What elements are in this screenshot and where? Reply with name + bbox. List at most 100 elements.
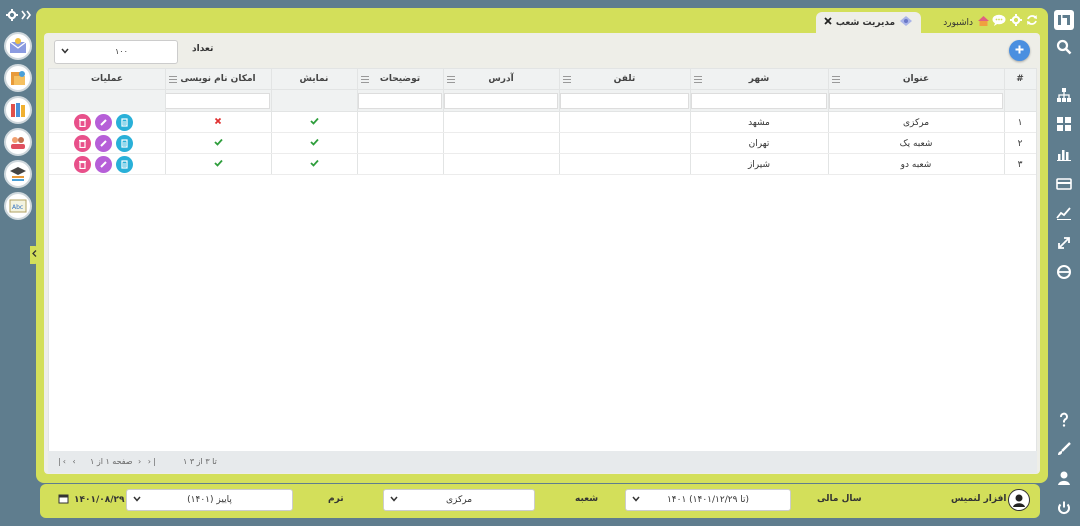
plus-icon	[1015, 45, 1024, 57]
filter-desc-input[interactable]	[358, 93, 442, 109]
app-education-icon[interactable]	[4, 160, 32, 188]
branch-select[interactable]: مرکزی	[383, 489, 535, 511]
filter-city-input[interactable]	[691, 93, 827, 109]
show-status	[271, 112, 357, 133]
close-tab-icon[interactable]	[824, 17, 832, 28]
dashboard-icon[interactable]	[1054, 114, 1074, 134]
table-row[interactable]: مشهد مرکزی ۱	[49, 112, 1036, 133]
menu-icon[interactable]	[563, 76, 571, 83]
col-address-label: آدرس	[488, 74, 514, 84]
col-number[interactable]: #	[1004, 69, 1036, 90]
refresh-icon[interactable]	[1026, 14, 1038, 29]
pager: |‹ ‹ صفحه ۱ از ۱ › ›| ۱ تا ۳ از ۳	[48, 451, 1037, 473]
menu-icon[interactable]	[447, 76, 455, 83]
edit-button[interactable]	[95, 114, 112, 131]
last-page-icon[interactable]: ›|	[148, 457, 158, 466]
row-number: ۳	[1017, 159, 1023, 170]
app-users-icon[interactable]	[4, 128, 32, 156]
branch-value: مرکزی	[445, 495, 473, 505]
pager-nav: |‹ ‹	[58, 457, 78, 466]
col-desc[interactable]: توضیحات	[357, 69, 443, 90]
view-button[interactable]	[116, 114, 133, 131]
branch-label: شعبه	[575, 494, 599, 504]
gear-icon[interactable]	[1010, 14, 1022, 29]
show-status	[271, 154, 357, 175]
filter-title-input[interactable]	[829, 93, 1003, 109]
view-button[interactable]	[116, 135, 133, 152]
rail-top-controls	[6, 8, 32, 24]
avatar[interactable]	[1008, 489, 1030, 511]
app-finance-icon[interactable]	[4, 64, 32, 92]
expand-handle[interactable]	[30, 246, 38, 264]
right-nav	[1048, 0, 1080, 526]
card-icon[interactable]	[1054, 174, 1074, 194]
first-page-icon[interactable]: |‹	[58, 457, 68, 466]
table-row[interactable]: تهران شعبه یک ۲	[49, 133, 1036, 154]
prev-page-icon[interactable]: ‹	[72, 457, 77, 466]
col-phone-label: تلفن	[613, 74, 636, 84]
count-select[interactable]: ۱۰۰	[54, 40, 178, 64]
branches-grid: عملیات امکان نام نویسی نمایش توضیحات آدر…	[48, 68, 1037, 473]
col-phone[interactable]: تلفن	[559, 69, 690, 90]
delete-button[interactable]	[74, 156, 91, 173]
row-number: ۲	[1017, 138, 1023, 149]
menu-icon[interactable]	[832, 76, 840, 83]
calendar-icon[interactable]	[58, 493, 69, 507]
menu-icon[interactable]	[694, 76, 702, 83]
menu-icon[interactable]	[169, 76, 177, 83]
settings-icon[interactable]	[6, 8, 18, 24]
filter-enroll-input[interactable]	[165, 93, 270, 109]
power-icon[interactable]	[1054, 498, 1074, 518]
search-icon[interactable]	[1054, 37, 1074, 57]
enroll-status	[165, 112, 271, 133]
app-library-icon[interactable]	[4, 96, 32, 124]
line-chart-icon[interactable]	[1054, 203, 1074, 223]
edit-button[interactable]	[95, 156, 112, 173]
col-show[interactable]: نمایش	[271, 69, 357, 90]
fiscal-year-select[interactable]: ۱۴۰۱ (۱۴۰۱/۱۲/۲۹ تا)	[625, 489, 791, 511]
table-row[interactable]: شیراز شعبه دو ۳	[49, 154, 1036, 175]
edit-button[interactable]	[95, 135, 112, 152]
col-operations[interactable]: عملیات	[49, 69, 165, 90]
date-value: ۱۴۰۱/۰۸/۲۹	[74, 495, 125, 505]
delete-button[interactable]	[74, 135, 91, 152]
delete-button[interactable]	[74, 114, 91, 131]
enroll-status	[165, 154, 271, 175]
filter-address-input[interactable]	[444, 93, 558, 109]
logo-icon[interactable]	[1054, 10, 1074, 30]
add-button[interactable]	[1009, 40, 1030, 61]
tab-dashboard-label: داشبورد	[943, 17, 973, 28]
fiscal-year-value: ۱۴۰۱ (۱۴۰۱/۱۲/۲۹ تا)	[666, 495, 750, 505]
filter-phone-input[interactable]	[560, 93, 689, 109]
expand-icon[interactable]	[1054, 233, 1074, 253]
term-select[interactable]: پاییز (۱۴۰۱)	[126, 489, 293, 511]
app-abc-icon[interactable]: Abc	[4, 192, 32, 220]
col-city[interactable]: شهر	[690, 69, 828, 90]
chevron-down-icon	[390, 495, 398, 505]
sitemap-icon[interactable]	[1054, 85, 1074, 105]
show-status	[271, 133, 357, 154]
col-enroll[interactable]: امکان نام نویسی	[165, 69, 271, 90]
brush-icon[interactable]	[1054, 439, 1074, 459]
col-address[interactable]: آدرس	[443, 69, 559, 90]
view-button[interactable]	[116, 156, 133, 173]
user-icon[interactable]	[1054, 468, 1074, 488]
browser-icon[interactable]	[1054, 262, 1074, 282]
help-icon[interactable]	[1054, 410, 1074, 430]
tab-dashboard[interactable]: داشبورد	[940, 12, 990, 33]
fiscal-year-label: سال مالی	[817, 494, 862, 504]
col-title[interactable]: عنوان	[828, 69, 1004, 90]
col-operations-label: عملیات	[91, 74, 123, 84]
title-cell: مرکزی	[902, 117, 930, 128]
tab-branches[interactable]: مدیریت شعب	[816, 12, 921, 33]
footer-date: ۱۴۰۱/۰۸/۲۹	[58, 493, 125, 507]
chat-icon[interactable]	[992, 14, 1006, 29]
menu-icon[interactable]	[361, 76, 369, 83]
app-mail-icon[interactable]	[4, 32, 32, 60]
next-page-icon[interactable]: ›	[138, 457, 143, 466]
check-icon	[213, 138, 223, 149]
footer-bar: ۱۴۰۱/۰۸/۲۹ پاییز (۱۴۰۱) ترم مرکزی شعبه ۱…	[40, 484, 1040, 518]
col-show-label: نمایش	[299, 74, 329, 84]
bar-chart-icon[interactable]	[1054, 144, 1074, 164]
collapse-icon[interactable]	[21, 10, 32, 23]
